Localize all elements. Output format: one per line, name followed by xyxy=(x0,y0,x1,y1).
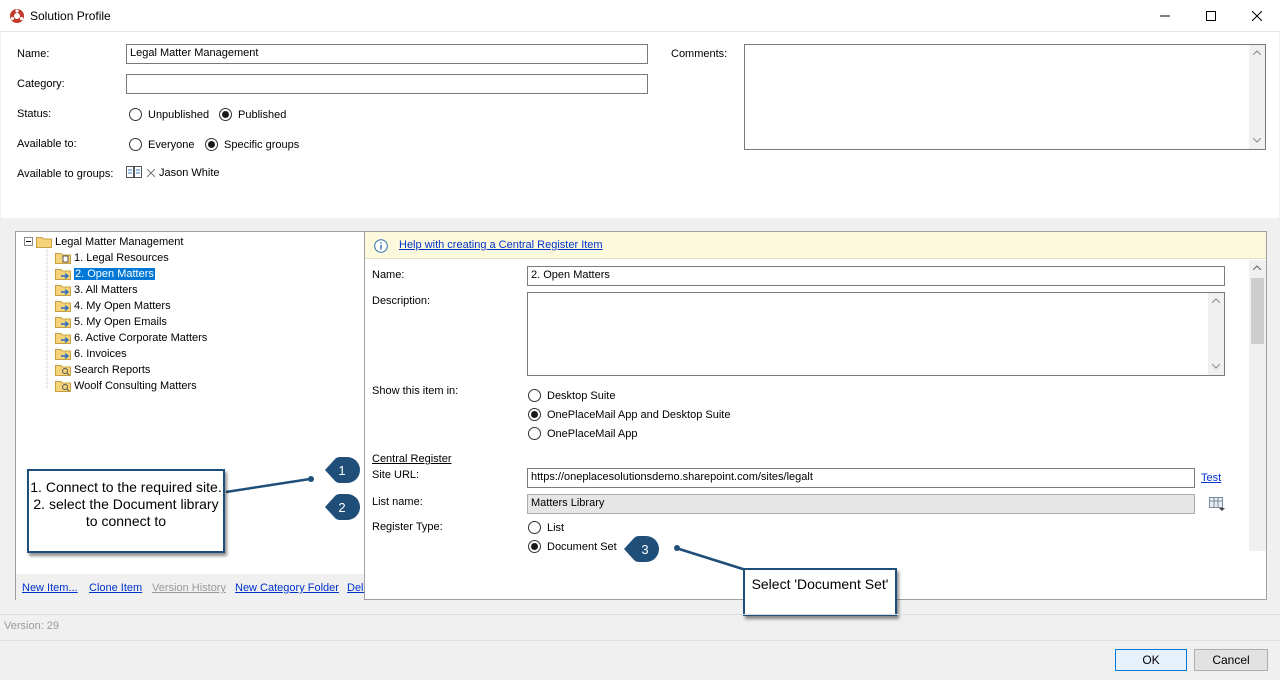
badge-2-number: 2 xyxy=(338,500,345,515)
step-badge-2: 2 xyxy=(325,494,360,520)
step-badge-1: 1 xyxy=(325,457,360,483)
instruction-callout-1: 1. Connect to the required site. 2. sele… xyxy=(27,469,225,553)
arrow-dot-3 xyxy=(674,545,680,551)
version-label: Version: 29 xyxy=(4,620,60,632)
badge-3-number: 3 xyxy=(641,542,648,557)
arrow-dot-1 xyxy=(308,476,314,482)
button-bar xyxy=(0,640,1280,680)
arrow-line-1 xyxy=(225,477,311,494)
annotation-arrows xyxy=(225,476,747,572)
ok-button[interactable]: OK xyxy=(1115,649,1187,671)
footer-divider xyxy=(0,614,1280,615)
instruction-callout-2: Select 'Document Set' xyxy=(743,568,897,616)
cancel-button[interactable]: Cancel xyxy=(1194,649,1268,671)
arrow-line-3 xyxy=(675,546,747,572)
badge-1-number: 1 xyxy=(338,463,345,478)
step-badge-3: 3 xyxy=(624,536,659,562)
